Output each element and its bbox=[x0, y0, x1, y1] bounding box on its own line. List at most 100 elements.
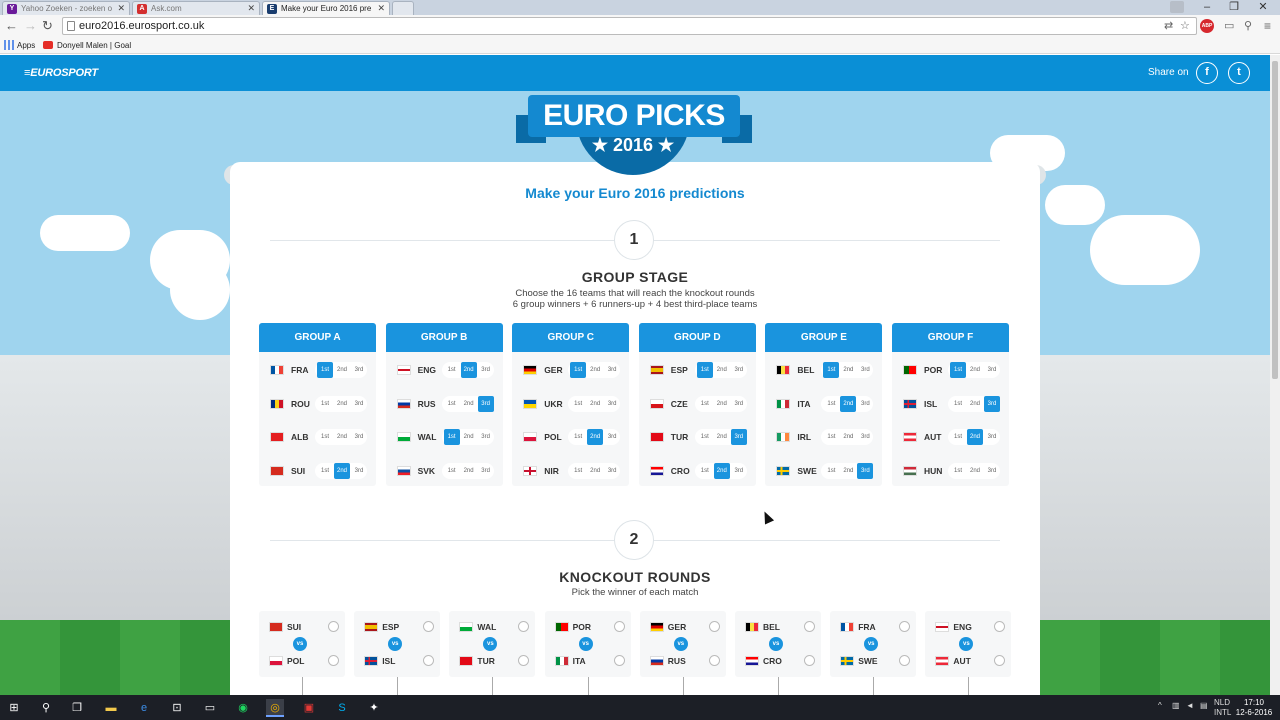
search-icon[interactable]: ⚲ bbox=[37, 699, 55, 717]
pick-position-1[interactable]: 1st bbox=[444, 362, 460, 378]
pick-position-1[interactable]: 1st bbox=[950, 463, 966, 479]
winner-radio[interactable] bbox=[708, 621, 720, 632]
winner-radio[interactable] bbox=[613, 621, 625, 632]
pick-position-2[interactable]: 2nd bbox=[460, 362, 477, 378]
pick-position-2[interactable]: 2nd bbox=[714, 396, 730, 412]
notifications-icon[interactable]: ▤ bbox=[1200, 701, 1208, 710]
pick-position-2[interactable]: 2nd bbox=[334, 396, 350, 412]
pick-position-1[interactable]: 1st bbox=[697, 396, 713, 412]
store-icon[interactable]: ⊡ bbox=[168, 699, 186, 717]
close-tab-icon[interactable]: ✕ bbox=[247, 3, 255, 14]
pick-position-1[interactable]: 1st bbox=[697, 429, 713, 445]
menu-icon[interactable]: ≡ bbox=[1264, 19, 1271, 33]
pick-position-2[interactable]: 2nd bbox=[714, 429, 730, 445]
pick-position-3[interactable]: 3rd bbox=[984, 362, 1000, 378]
pick-position-3[interactable]: 3rd bbox=[478, 429, 494, 445]
pick-position-1[interactable]: 1st bbox=[823, 429, 839, 445]
pick-position-2[interactable]: 2nd bbox=[334, 362, 350, 378]
pick-position-2[interactable]: 2nd bbox=[967, 362, 983, 378]
pick-position-1[interactable]: 1st bbox=[317, 396, 333, 412]
pick-position-1[interactable]: 1st bbox=[444, 463, 460, 479]
file-explorer-icon[interactable]: ▬ bbox=[102, 699, 120, 717]
twitter-icon[interactable]: t bbox=[1228, 62, 1250, 84]
pick-position-1[interactable]: 1st bbox=[444, 396, 460, 412]
tab-euro-picks[interactable]: E Make your Euro 2016 pre ✕ bbox=[262, 1, 390, 15]
pick-position-2[interactable]: 2nd bbox=[587, 429, 604, 445]
pick-position-1[interactable]: 1st bbox=[570, 429, 586, 445]
pick-position-3[interactable]: 3rd bbox=[351, 463, 367, 479]
pick-position-1[interactable]: 1st bbox=[823, 396, 839, 412]
eurosport-logo[interactable]: ≡EUROSPORT bbox=[24, 67, 98, 79]
pick-position-1[interactable]: 1st bbox=[317, 463, 333, 479]
spotify-icon[interactable]: ◉ bbox=[234, 699, 252, 717]
winner-radio[interactable] bbox=[518, 621, 530, 632]
pick-position-3[interactable]: 3rd bbox=[984, 429, 1000, 445]
pick-position-2[interactable]: 2nd bbox=[967, 396, 983, 412]
pick-position-1[interactable]: 1st bbox=[950, 429, 966, 445]
pick-position-3[interactable]: 3rd bbox=[351, 362, 367, 378]
pick-position-3[interactable]: 3rd bbox=[857, 396, 873, 412]
winner-radio[interactable] bbox=[518, 655, 530, 666]
winner-radio[interactable] bbox=[613, 655, 625, 666]
pick-position-1[interactable]: 1st bbox=[823, 463, 839, 479]
extension-icon[interactable]: ▭ bbox=[1224, 19, 1234, 33]
bookmark-star-icon[interactable]: ☆ bbox=[1180, 19, 1190, 33]
pick-position-1[interactable]: 1st bbox=[570, 463, 586, 479]
pick-position-2[interactable]: 2nd bbox=[713, 462, 730, 479]
chrome-icon[interactable]: ◎ bbox=[266, 699, 284, 717]
pick-position-2[interactable]: 2nd bbox=[587, 362, 603, 378]
winner-radio[interactable] bbox=[994, 621, 1006, 632]
winner-radio[interactable] bbox=[423, 655, 435, 666]
pick-position-2[interactable]: 2nd bbox=[461, 396, 477, 412]
edge-icon[interactable]: e bbox=[135, 699, 153, 717]
volume-icon[interactable]: ◄ bbox=[1186, 701, 1194, 710]
pick-position-3[interactable]: 3rd bbox=[857, 462, 874, 479]
pick-position-3[interactable]: 3rd bbox=[984, 395, 1000, 412]
winner-radio[interactable] bbox=[708, 655, 720, 666]
pick-position-3[interactable]: 3rd bbox=[604, 362, 620, 378]
adblock-icon[interactable]: ABP bbox=[1200, 19, 1214, 33]
pick-position-2[interactable]: 2nd bbox=[840, 362, 856, 378]
pick-position-2[interactable]: 2nd bbox=[587, 396, 603, 412]
pick-position-2[interactable]: 2nd bbox=[714, 362, 730, 378]
forward-arrow-icon[interactable]: → bbox=[24, 18, 37, 34]
winner-radio[interactable] bbox=[899, 655, 911, 666]
input-language[interactable]: NLD INTL bbox=[1214, 698, 1231, 718]
pick-position-2[interactable]: 2nd bbox=[840, 429, 856, 445]
pick-position-3[interactable]: 3rd bbox=[351, 429, 367, 445]
bookmark-apps[interactable]: Apps bbox=[17, 41, 35, 50]
pick-position-2[interactable]: 2nd bbox=[587, 463, 603, 479]
pick-position-3[interactable]: 3rd bbox=[730, 429, 747, 445]
winner-radio[interactable] bbox=[804, 621, 815, 632]
winner-radio[interactable] bbox=[423, 621, 435, 632]
pick-position-3[interactable]: 3rd bbox=[857, 362, 873, 378]
winner-radio[interactable] bbox=[328, 655, 339, 666]
close-window-button[interactable]: ✕ bbox=[1250, 0, 1276, 14]
pick-position-1[interactable]: 1st bbox=[696, 362, 713, 378]
scrollbar-thumb[interactable] bbox=[1272, 61, 1278, 379]
tab-ask[interactable]: A Ask.com ✕ bbox=[132, 1, 260, 15]
page-scrollbar[interactable] bbox=[1270, 55, 1280, 695]
pick-position-3[interactable]: 3rd bbox=[984, 463, 1000, 479]
pick-position-2[interactable]: 2nd bbox=[840, 395, 857, 412]
pick-position-3[interactable]: 3rd bbox=[477, 395, 494, 412]
pick-position-1[interactable]: 1st bbox=[950, 362, 966, 378]
minimize-button[interactable]: – bbox=[1194, 0, 1220, 14]
pick-position-1[interactable]: 1st bbox=[950, 396, 966, 412]
pick-position-2[interactable]: 2nd bbox=[461, 463, 477, 479]
winner-radio[interactable] bbox=[899, 621, 911, 632]
pick-position-2[interactable]: 2nd bbox=[334, 462, 350, 479]
pick-position-3[interactable]: 3rd bbox=[604, 396, 620, 412]
folder-icon[interactable]: ▭ bbox=[201, 699, 219, 717]
bookmark-donyell-malen[interactable]: Donyell Malen | Goal bbox=[57, 41, 131, 50]
pick-position-2[interactable]: 2nd bbox=[334, 429, 350, 445]
pick-position-3[interactable]: 3rd bbox=[604, 463, 620, 479]
pick-position-2[interactable]: 2nd bbox=[967, 463, 983, 479]
pick-position-3[interactable]: 3rd bbox=[478, 362, 494, 378]
pick-position-1[interactable]: 1st bbox=[317, 362, 333, 378]
address-bar[interactable]: euro2016.eurosport.co.uk bbox=[62, 17, 1197, 35]
pick-position-2[interactable]: 2nd bbox=[967, 429, 983, 445]
back-arrow-icon[interactable]: ← bbox=[5, 18, 18, 34]
windows-start-icon[interactable]: ⊞ bbox=[5, 699, 23, 717]
pick-position-3[interactable]: 3rd bbox=[604, 429, 620, 445]
